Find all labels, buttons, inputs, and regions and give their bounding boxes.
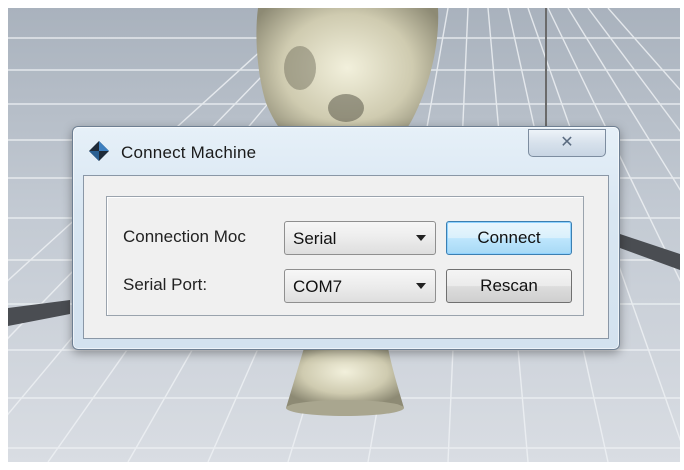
dialog-title: Connect Machine	[121, 143, 257, 162]
connection-mode-value: Serial	[293, 229, 337, 248]
rescan-button[interactable]: Rescan	[446, 269, 572, 303]
dropdown-arrow-icon	[416, 283, 426, 289]
connect-button[interactable]: Connect	[446, 221, 572, 255]
serial-port-label: Serial Port:	[123, 275, 208, 294]
print-head-cable	[545, 8, 547, 126]
serial-port-value: COM7	[293, 277, 343, 296]
connection-group: Connection Moc Serial Connect Serial Por…	[106, 196, 584, 316]
serial-port-select[interactable]: COM7	[284, 269, 436, 303]
connect-machine-dialog: Connect Machine ✕ Connection Moc Serial …	[72, 126, 620, 350]
dialog-title-bar[interactable]: Connect Machine ✕	[73, 127, 619, 175]
connection-mode-label: Connection Moc	[123, 227, 246, 246]
diamond-app-icon	[89, 141, 109, 161]
close-button[interactable]: ✕	[528, 129, 606, 157]
dropdown-arrow-icon	[416, 235, 426, 241]
dialog-body: Connection Moc Serial Connect Serial Por…	[83, 175, 609, 339]
close-icon: ✕	[560, 134, 574, 151]
connection-mode-select[interactable]: Serial	[284, 221, 436, 255]
